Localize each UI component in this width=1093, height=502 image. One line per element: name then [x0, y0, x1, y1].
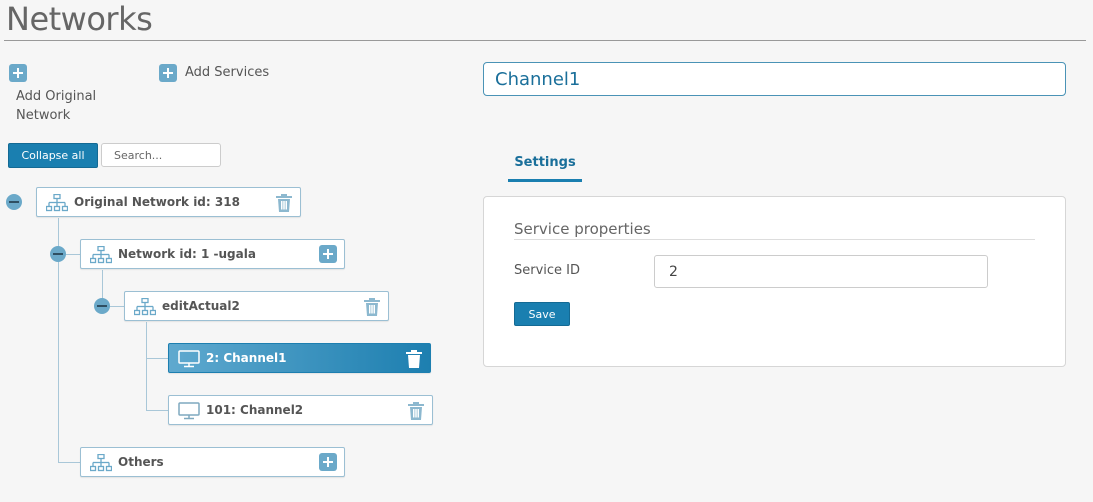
tree-node-label: 101: Channel2: [206, 403, 304, 417]
panel-divider: [514, 239, 1035, 240]
tree-node-service[interactable]: 101: Channel2: [168, 395, 433, 425]
monitor-icon: [178, 402, 200, 420]
tree-node-others[interactable]: Others: [80, 447, 345, 477]
collapse-all-button[interactable]: Collapse all: [8, 143, 98, 168]
trash-icon[interactable]: [276, 194, 292, 212]
search-input[interactable]: [101, 143, 221, 167]
network-icon: [134, 298, 156, 316]
service-id-field[interactable]: [654, 255, 988, 288]
tree-connector: [58, 462, 80, 463]
add-original-network-link[interactable]: Add Original Network: [16, 87, 116, 125]
network-icon: [90, 246, 112, 264]
tree-node-label: Others: [118, 455, 164, 469]
collapse-toggle-icon[interactable]: [94, 298, 110, 314]
panel-title: Service properties: [514, 220, 651, 238]
monitor-icon: [178, 350, 200, 368]
add-child-icon[interactable]: [319, 245, 337, 263]
tree-node-service-selected[interactable]: 2: Channel1: [168, 343, 431, 373]
tree-node-label: 2: Channel1: [206, 351, 287, 365]
tree-node-label: Network id: 1 -ugala: [118, 247, 256, 261]
service-name-field[interactable]: [483, 62, 1066, 96]
trash-icon[interactable]: [406, 350, 422, 368]
add-services-icon[interactable]: [159, 64, 177, 82]
service-properties-panel: Service properties Service ID Save: [483, 196, 1066, 367]
title-divider: [4, 40, 1086, 41]
tree-node-label: editActual2: [162, 299, 240, 313]
tree-connector: [146, 322, 147, 410]
save-button[interactable]: Save: [514, 302, 570, 326]
add-services-link[interactable]: Add Services: [185, 64, 269, 81]
tab-settings[interactable]: Settings: [508, 150, 582, 182]
trash-icon[interactable]: [364, 298, 380, 316]
tree-node-network[interactable]: Network id: 1 -ugala: [80, 239, 345, 269]
network-icon: [90, 454, 112, 472]
page-title: Networks: [6, 0, 153, 38]
tree-node-label: Original Network id: 318: [74, 195, 240, 209]
service-id-label: Service ID: [514, 263, 581, 278]
trash-icon[interactable]: [408, 402, 424, 420]
tree-connector: [146, 358, 168, 359]
add-original-network-icon[interactable]: [9, 64, 27, 82]
add-child-icon[interactable]: [319, 453, 337, 471]
tree-node-transport[interactable]: editActual2: [124, 291, 389, 321]
tree-connector: [146, 410, 168, 411]
tree-node-original-network[interactable]: Original Network id: 318: [36, 187, 301, 217]
network-icon: [46, 194, 68, 212]
collapse-toggle-icon[interactable]: [50, 246, 66, 262]
collapse-toggle-icon[interactable]: [6, 194, 22, 210]
